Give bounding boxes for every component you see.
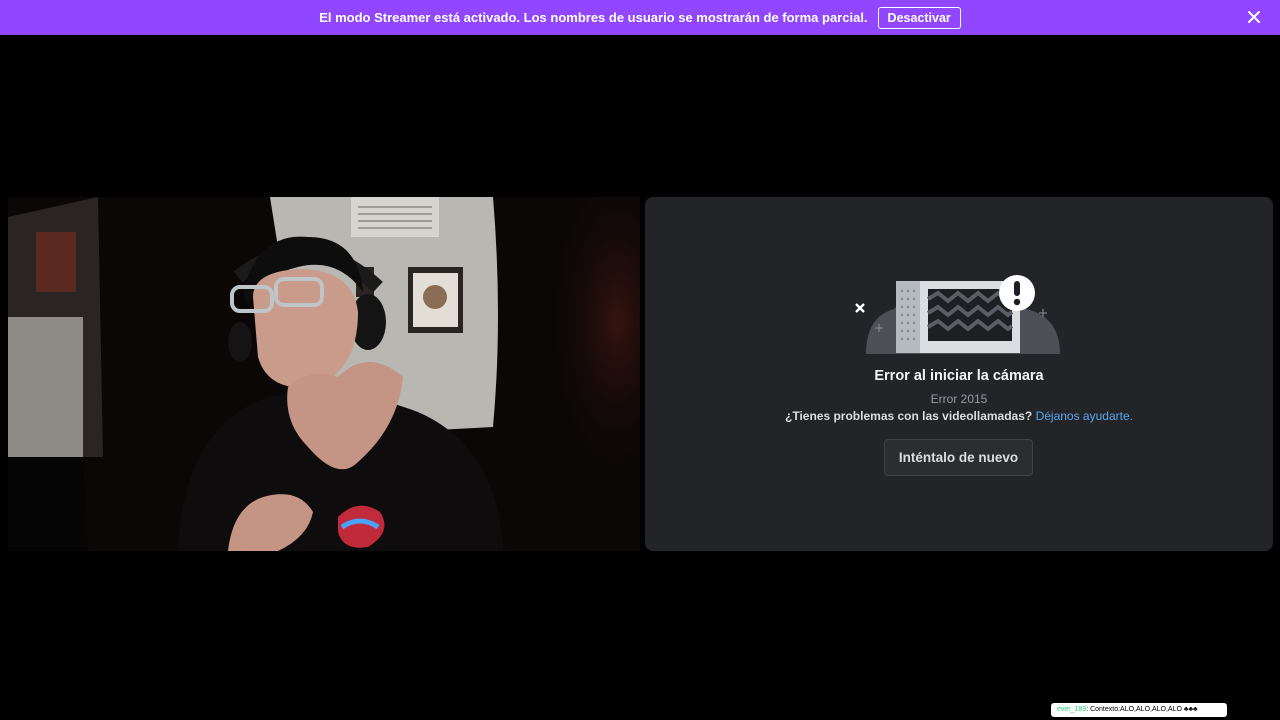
broken-camera-illustration-icon xyxy=(855,275,1060,354)
error-title: Error al iniciar la cámara xyxy=(874,368,1044,384)
close-icon[interactable] xyxy=(1246,9,1262,25)
error-help-text: ¿Tienes problemas con las videollamadas? xyxy=(785,409,1033,423)
stream-chat-overlay: ever_189: Contexto:ALO,ALO,ALO,ALO ♣♣♣ xyxy=(1051,703,1227,717)
banner-message: El modo Streamer está activado. Los nomb… xyxy=(319,10,868,25)
retry-button[interactable]: Inténtalo de nuevo xyxy=(884,439,1033,476)
camera-error-panel: Error al iniciar la cámara Error 2015 ¿T… xyxy=(645,197,1273,551)
streamer-mode-banner: El modo Streamer está activado. Los nomb… xyxy=(0,0,1280,35)
chat-message: : Contexto:ALO,ALO,ALO,ALO ♣♣♣ xyxy=(1086,706,1198,713)
webcam-video-tile[interactable] xyxy=(8,197,640,551)
help-link[interactable]: Déjanos ayudarte. xyxy=(1036,409,1133,423)
error-code: Error 2015 xyxy=(930,392,988,406)
call-stage: Error al iniciar la cámara Error 2015 ¿T… xyxy=(0,35,1280,720)
error-help-line: ¿Tienes problemas con las videollamadas?… xyxy=(645,409,1273,423)
webcam-feed-image xyxy=(8,197,640,551)
chat-username: ever_189 xyxy=(1057,706,1087,713)
deactivate-button[interactable]: Desactivar xyxy=(877,6,961,29)
